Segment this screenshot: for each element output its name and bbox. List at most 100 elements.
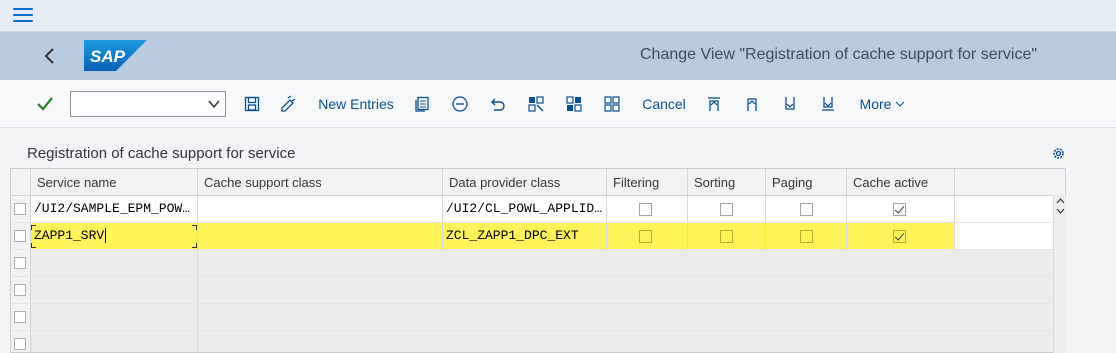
empty-cells [198,277,1064,303]
command-input[interactable] [71,92,201,116]
undo-icon [491,98,505,111]
select-column-header[interactable] [11,169,31,196]
focus-bracket [31,225,36,230]
chevron-left-icon [44,48,54,64]
paging-checkbox[interactable] [800,203,813,216]
next-page-button[interactable] [779,92,801,116]
chevron-down-icon[interactable] [207,98,221,110]
first-page-button[interactable] [703,92,725,116]
filtering-cell [607,196,688,222]
service-name-cell[interactable] [31,304,198,330]
service-name-cell[interactable] [31,331,198,352]
more-button[interactable]: More [856,92,910,116]
shell-header: SAP Change View "Registration of cache s… [0,32,1116,80]
row-selector [11,250,31,276]
display-change-button[interactable] [277,92,299,116]
dpc-cell[interactable]: /UI2/CL_POWL_APPLID… [443,196,607,222]
empty-cells [198,250,1064,276]
select-block-icon [566,96,582,112]
filtering-checkbox[interactable] [639,230,652,243]
column-header[interactable]: Cache support class [198,169,443,196]
row-selector [11,223,31,249]
chevron-down-icon [896,101,905,107]
command-field[interactable] [70,91,226,117]
row-select-checkbox[interactable] [14,230,26,242]
undo-button[interactable] [487,92,509,116]
cache-active-checkbox[interactable] [893,230,906,243]
column-header[interactable]: Filtering [607,169,688,196]
grid-header: Service name Cache support class Data pr… [11,169,1065,196]
deselect-all-button[interactable] [601,92,623,116]
paging-checkbox[interactable] [800,230,813,243]
row-select-checkbox[interactable] [14,284,26,296]
table-row [11,250,1065,277]
sorting-checkbox[interactable] [720,203,733,216]
checkmark-icon [37,97,53,111]
row-select-checkbox[interactable] [14,203,26,215]
column-header[interactable]: Data provider class [443,169,607,196]
new-entries-button[interactable]: New Entries [318,92,394,116]
service-name-cell[interactable] [31,277,198,303]
glasses-pencil-icon [281,95,296,112]
paging-cell [766,223,847,249]
previous-page-button[interactable] [741,92,763,116]
focus-bracket [192,243,197,248]
delete-button[interactable] [449,92,471,116]
row-selector [11,196,31,222]
select-all-icon [528,96,544,112]
cache-active-checkbox[interactable] [893,203,906,216]
table-row [11,331,1065,352]
previous-page-icon [747,98,757,111]
save-icon [244,96,260,112]
service-name-cell[interactable]: ZAPP1_SRV [31,223,198,249]
cache-class-cell[interactable] [198,223,443,249]
row-select-checkbox[interactable] [14,257,26,269]
svg-text:SAP: SAP [90,47,126,66]
sorting-cell [688,223,766,249]
cache-active-cell [847,223,955,249]
table-row: ZAPP1_SRV ZCL_ZAPP1_DPC_EXT [11,223,1065,250]
scroll-arrows-icon[interactable] [1054,195,1067,217]
vertical-scrollbar[interactable] [1053,195,1066,353]
sorting-checkbox[interactable] [720,230,733,243]
filtering-cell [607,223,688,249]
gear-icon [1053,148,1064,159]
last-page-icon [822,97,834,111]
minus-circle-icon [452,96,468,112]
next-page-icon [785,97,795,110]
paging-cell [766,196,847,222]
cancel-button[interactable]: Cancel [640,92,688,116]
hamburger-icon[interactable] [13,8,33,24]
row-select-checkbox[interactable] [14,338,26,350]
service-name-cell[interactable] [31,250,198,276]
text-cursor [105,228,107,244]
cache-active-cell [847,196,955,222]
column-header[interactable]: Sorting [688,169,766,196]
select-all-button[interactable] [525,92,547,116]
cache-class-cell[interactable] [198,196,443,222]
dpc-cell[interactable]: ZCL_ZAPP1_DPC_EXT [443,223,607,249]
copy-as-button[interactable] [411,92,433,116]
copy-icon [415,96,429,112]
column-header[interactable]: Service name [31,169,198,196]
select-block-button[interactable] [563,92,585,116]
focus-bracket [31,243,36,248]
data-grid: Service name Cache support class Data pr… [10,168,1066,353]
empty-cells [198,331,1064,352]
row-selector [11,331,31,352]
table-settings-button[interactable] [1051,146,1066,161]
table-row [11,304,1065,331]
row-select-checkbox[interactable] [14,311,26,323]
save-button[interactable] [241,92,263,116]
focus-bracket [192,225,197,230]
service-name-cell[interactable]: /UI2/SAMPLE_EPM_POW… [31,196,198,222]
enter-button[interactable] [34,92,56,116]
column-header[interactable]: Cache active [847,169,955,196]
back-button[interactable] [36,42,64,70]
table-row [11,277,1065,304]
filtering-checkbox[interactable] [639,203,652,216]
empty-cells [198,304,1064,330]
last-page-button[interactable] [817,92,839,116]
column-header[interactable]: Paging [766,169,847,196]
row-selector [11,304,31,330]
